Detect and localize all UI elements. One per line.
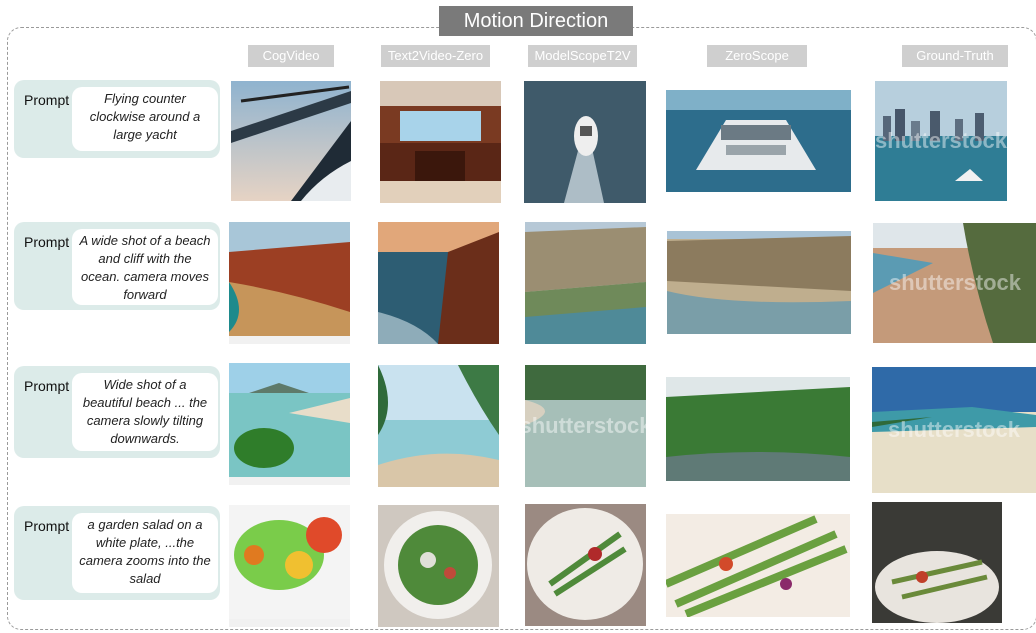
video-frame-text2video-beach (378, 365, 499, 487)
video-frame-zeroscope-cliff (667, 231, 851, 334)
video-frame-modelscope-cliff (525, 222, 646, 344)
prompt-text: a garden salad on a white plate, ...the … (72, 513, 218, 593)
video-frame-cogvideo-beach (229, 363, 350, 485)
video-frame-cogvideo-cliff (229, 222, 350, 344)
prompt-box-row-4: Prompt a garden salad on a white plate, … (14, 506, 220, 600)
prompt-text: Wide shot of a beautiful beach ... the c… (72, 373, 218, 451)
prompt-label: Prompt (24, 518, 70, 534)
video-frame-modelscope-salad (525, 504, 646, 626)
video-frame-text2video-salad (378, 505, 499, 627)
column-header-text2video-zero: Text2Video-Zero (381, 45, 490, 67)
column-header-modelscopet2v: ModelScopeT2V (528, 45, 637, 67)
watermark: shutterstock (875, 128, 1007, 153)
caption-strip (229, 619, 350, 627)
video-frame-text2video-yacht (380, 81, 501, 203)
video-frame-cogvideo-yacht (231, 81, 351, 201)
prompt-box-row-3: Prompt Wide shot of a beautiful beach ..… (14, 366, 220, 458)
video-frame-zeroscope-salad (666, 514, 850, 617)
video-frame-groundtruth-salad (872, 502, 1002, 623)
prompt-text: Flying counter clockwise around a large … (72, 87, 218, 151)
video-frame-zeroscope-yacht (666, 90, 851, 192)
prompt-label: Prompt (24, 378, 70, 394)
video-frame-modelscope-beach: shutterstock (525, 365, 646, 487)
video-frame-groundtruth-cliff: shutterstock (873, 223, 1036, 343)
video-frame-zeroscope-beach (666, 377, 850, 481)
caption-strip (229, 336, 350, 344)
prompt-label: Prompt (24, 234, 70, 250)
figure-title: Motion Direction (439, 6, 633, 36)
video-frame-groundtruth-beach: shutterstock (872, 367, 1036, 493)
caption-strip (229, 477, 350, 485)
column-header-zeroscope: ZeroScope (707, 45, 807, 67)
video-frame-cogvideo-salad (229, 505, 350, 627)
prompt-box-row-1: Prompt Flying counter clockwise around a… (14, 80, 220, 158)
column-header-cogvideo: CogVideo (248, 45, 334, 67)
prompt-box-row-2: Prompt A wide shot of a beach and cliff … (14, 222, 220, 310)
watermark: shutterstock (888, 270, 1022, 295)
column-header-ground-truth: Ground-Truth (902, 45, 1008, 67)
prompt-label: Prompt (24, 92, 70, 108)
prompt-text: A wide shot of a beach and cliff with th… (72, 229, 218, 305)
video-frame-text2video-cliff (378, 222, 499, 344)
watermark: shutterstock (887, 417, 1021, 442)
video-frame-modelscope-yacht (524, 81, 646, 203)
watermark: shutterstock (525, 413, 646, 438)
video-frame-groundtruth-yacht: shutterstock (875, 81, 1007, 201)
